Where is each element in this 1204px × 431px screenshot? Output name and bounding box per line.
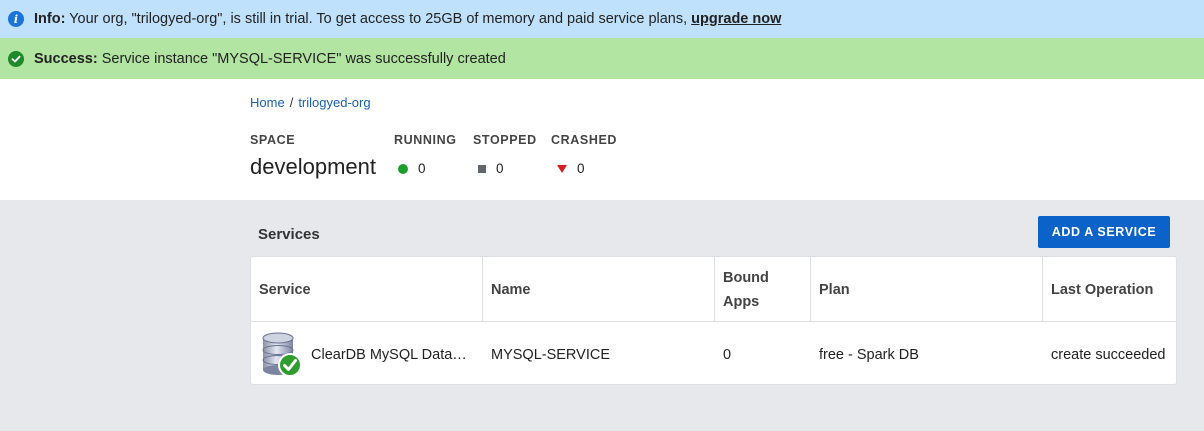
bound-apps-cell: 0 (723, 346, 732, 363)
success-label: Success: (34, 50, 98, 67)
crashed-triangle-icon (557, 164, 567, 173)
space-name: development (250, 154, 376, 179)
table-row[interactable]: ClearDB MySQL Data… MYSQL-SERVICE 0 free… (251, 323, 1176, 386)
stopped-count: 0 (478, 161, 504, 176)
add-service-button[interactable]: ADD A SERVICE (1038, 216, 1170, 248)
check-circle-icon (8, 50, 24, 67)
column-header-plan[interactable]: Plan (811, 257, 1043, 322)
running-count: 0 (398, 161, 426, 176)
column-header-name[interactable]: Name (483, 257, 715, 322)
service-cell[interactable]: ClearDB MySQL Data… (251, 323, 483, 386)
breadcrumb-org-link[interactable]: trilogyed-org (298, 95, 370, 110)
info-icon: i (8, 11, 24, 27)
bound-apps-header-line1: Bound (723, 269, 769, 286)
success-banner: Success: Service instance "MYSQL-SERVICE… (0, 38, 1204, 79)
breadcrumb-separator: / (289, 95, 294, 110)
breadcrumb: Home / trilogyed-org (250, 95, 371, 110)
instance-name-cell[interactable]: MYSQL-SERVICE (483, 323, 715, 386)
success-banner-text: Success: Service instance "MYSQL-SERVICE… (34, 51, 506, 67)
stopped-square-icon (478, 164, 486, 173)
breadcrumb-home-link[interactable]: Home (250, 95, 285, 110)
crashed-value: 0 (577, 161, 585, 176)
services-title: Services (258, 226, 320, 243)
running-value: 0 (418, 161, 426, 176)
services-table: Service Name Bound Apps Plan Last Operat… (250, 256, 1177, 385)
bound-apps-header-line2: Apps (723, 293, 760, 310)
crashed-count: 0 (557, 161, 585, 176)
column-header-service[interactable]: Service (251, 257, 483, 322)
database-check-icon (261, 332, 303, 378)
service-name-text: ClearDB MySQL Data… (311, 346, 467, 363)
running-status-dot-icon (398, 163, 408, 174)
success-message: Service instance "MYSQL-SERVICE" was suc… (97, 50, 506, 67)
info-banner: i Info: Your org, "trilogyed-org", is st… (0, 0, 1204, 38)
space-label: SPACE (250, 133, 296, 147)
info-banner-text: Info: Your org, "trilogyed-org", is stil… (34, 11, 781, 27)
table-header: Service Name Bound Apps Plan Last Operat… (251, 257, 1176, 322)
space-header: Home / trilogyed-org SPACE development RUN… (0, 79, 1204, 200)
upgrade-now-link[interactable]: upgrade now (691, 11, 781, 27)
column-header-last-operation[interactable]: Last Operation (1043, 257, 1178, 322)
running-label: RUNNING (394, 133, 457, 147)
stopped-label: STOPPED (473, 133, 537, 147)
info-message: Your org, "trilogyed-org", is still in t… (65, 11, 692, 27)
info-label: Info: (34, 11, 66, 27)
stopped-value: 0 (496, 161, 504, 176)
last-operation-cell: create succeeded (1051, 346, 1166, 363)
column-header-bound-apps[interactable]: Bound Apps (715, 257, 811, 322)
crashed-label: CRASHED (551, 133, 618, 147)
plan-cell: free - Spark DB (819, 346, 919, 363)
